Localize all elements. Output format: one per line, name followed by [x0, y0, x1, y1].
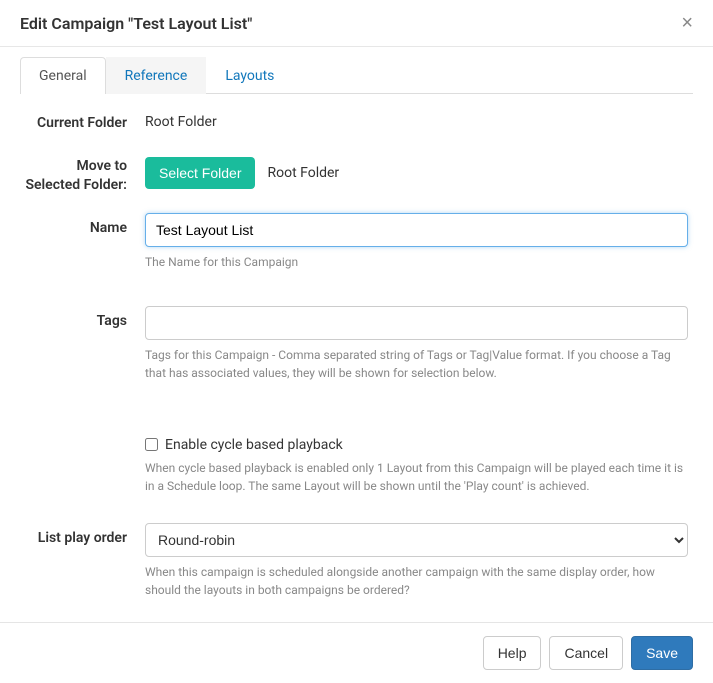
select-folder-button[interactable]: Select Folder [145, 157, 255, 189]
cancel-button[interactable]: Cancel [549, 636, 623, 670]
close-button[interactable]: × [681, 13, 693, 33]
name-control-wrap: The Name for this Campaign [145, 213, 688, 271]
cycle-playback-wrap: Enable cycle based playback When cycle b… [145, 437, 688, 495]
cycle-playback-row: Enable cycle based playback When cycle b… [25, 437, 688, 495]
cycle-playback-checkbox-row: Enable cycle based playback [145, 437, 688, 453]
tab-general[interactable]: General [20, 57, 106, 94]
close-icon: × [681, 12, 693, 34]
tags-control-wrap: Tags for this Campaign - Comma separated… [145, 306, 688, 382]
list-play-order-help: When this campaign is scheduled alongsid… [145, 563, 688, 599]
tab-layouts[interactable]: Layouts [206, 57, 293, 94]
cycle-playback-help: When cycle based playback is enabled onl… [145, 459, 688, 495]
tags-label: Tags [25, 306, 145, 382]
list-play-order-label: List play order [25, 523, 145, 599]
list-play-order-row: List play order Round-robin When this ca… [25, 523, 688, 599]
current-folder-row: Current Folder Root Folder [25, 114, 688, 133]
form-body: Current Folder Root Folder Move to Selec… [20, 114, 693, 599]
tags-help: Tags for this Campaign - Comma separated… [145, 346, 688, 382]
tab-reference[interactable]: Reference [106, 57, 207, 94]
modal-header: Edit Campaign "Test Layout List" × [0, 0, 713, 47]
name-help: The Name for this Campaign [145, 253, 688, 271]
current-folder-label: Current Folder [25, 114, 145, 133]
modal-footer: Help Cancel Save [0, 622, 713, 683]
selected-folder-value: Root Folder [267, 165, 339, 181]
tags-row: Tags Tags for this Campaign - Comma sepa… [25, 306, 688, 382]
current-folder-value-wrap: Root Folder [145, 114, 688, 133]
name-label: Name [25, 213, 145, 271]
cycle-playback-checkbox[interactable] [145, 438, 158, 451]
save-button[interactable]: Save [631, 636, 693, 670]
tags-input[interactable] [145, 306, 688, 340]
cycle-playback-spacer [25, 437, 145, 495]
list-play-order-select[interactable]: Round-robin [145, 523, 688, 557]
help-button[interactable]: Help [483, 636, 542, 670]
move-folder-row: Move to Selected Folder: Select Folder R… [25, 151, 688, 195]
name-input[interactable] [145, 213, 688, 247]
move-folder-controls: Select Folder Root Folder [145, 151, 688, 195]
current-folder-value: Root Folder [145, 114, 688, 130]
list-play-order-wrap: Round-robin When this campaign is schedu… [145, 523, 688, 599]
move-folder-label: Move to Selected Folder: [25, 151, 145, 195]
modal-body: General Reference Layouts Current Folder… [0, 47, 713, 637]
tabs: General Reference Layouts [20, 57, 693, 94]
name-row: Name The Name for this Campaign [25, 213, 688, 271]
cycle-playback-label: Enable cycle based playback [165, 437, 343, 453]
modal-title: Edit Campaign "Test Layout List" [20, 14, 252, 33]
